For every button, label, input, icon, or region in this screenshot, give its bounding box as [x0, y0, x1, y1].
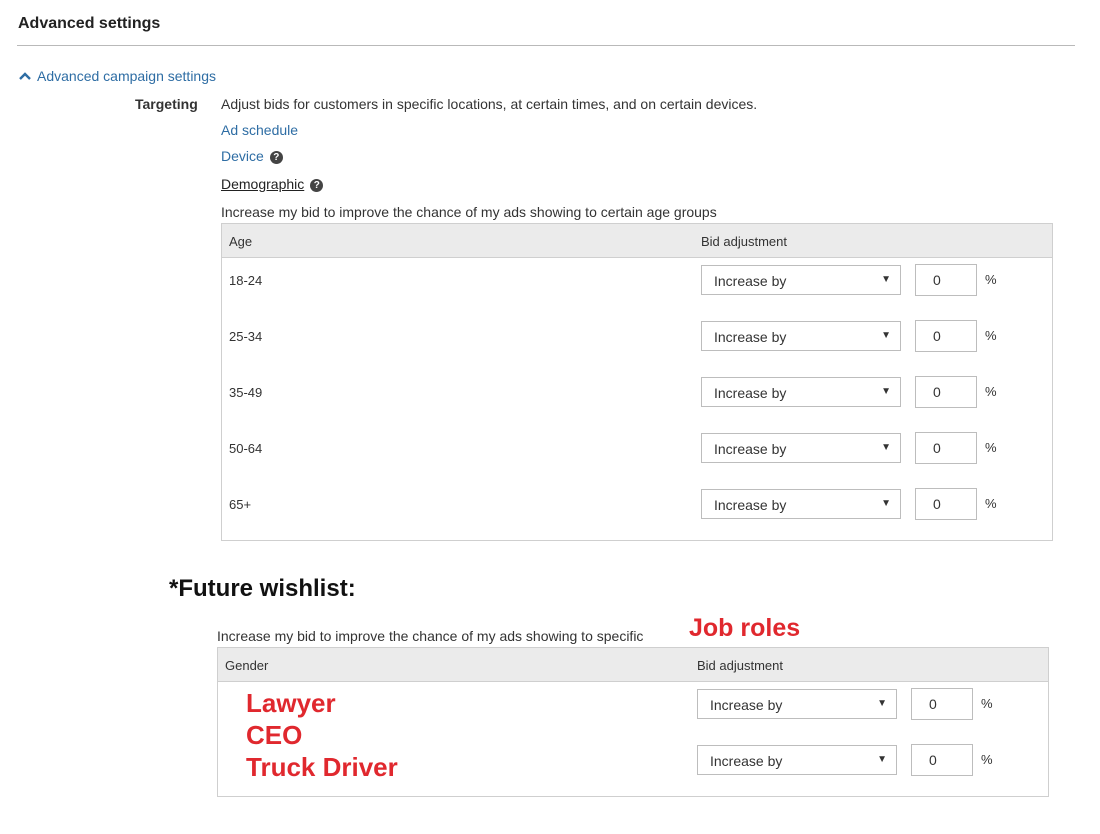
percent-sign: % — [985, 384, 997, 399]
caret-down-icon: ▼ — [877, 754, 887, 765]
percent-sign: % — [981, 752, 993, 767]
wishlist-title: *Future wishlist: — [169, 575, 356, 602]
select-value: Increase by — [710, 753, 783, 769]
bid-percent-input[interactable] — [915, 376, 977, 408]
job-role-label: CEO — [246, 720, 303, 750]
age-label: 18-24 — [229, 273, 263, 288]
percent-sign: % — [985, 440, 997, 455]
caret-down-icon: ▼ — [881, 330, 891, 341]
caret-down-icon: ▼ — [881, 442, 891, 453]
caret-down-icon: ▼ — [881, 274, 891, 285]
job-role-label: Lawyer — [246, 688, 336, 718]
percent-sign: % — [985, 496, 997, 511]
select-value: Increase by — [714, 385, 787, 401]
bid-percent-input[interactable] — [911, 688, 973, 720]
job-role-label: Truck Driver — [246, 752, 398, 782]
age-bid-table: Age Bid adjustment 18-24 Increase by ▼ %… — [221, 223, 1053, 541]
bid-percent-input[interactable] — [915, 320, 977, 352]
divider — [17, 45, 1075, 46]
device-link[interactable]: Device — [221, 148, 264, 164]
table-header: Gender Bid adjustment — [218, 648, 1048, 682]
age-table-intro: Increase my bid to improve the chance of… — [221, 204, 717, 220]
bid-mode-select[interactable]: Increase by ▼ — [697, 745, 897, 775]
chevron-up-icon — [19, 72, 31, 80]
caret-down-icon: ▼ — [881, 386, 891, 397]
section-title: Advanced settings — [18, 15, 161, 32]
targeting-label: Targeting — [135, 96, 198, 112]
age-label: 50-64 — [229, 441, 263, 456]
bid-percent-input[interactable] — [915, 264, 977, 296]
ad-schedule-link[interactable]: Ad schedule — [221, 122, 298, 138]
bid-mode-select[interactable]: Increase by ▼ — [697, 689, 897, 719]
percent-sign: % — [985, 272, 997, 287]
table-header: Age Bid adjustment — [222, 224, 1052, 258]
bid-mode-select[interactable]: Increase by ▼ — [701, 433, 901, 463]
bid-percent-input[interactable] — [915, 488, 977, 520]
job-roles-highlight: Job roles — [689, 614, 801, 642]
bid-mode-select[interactable]: Increase by ▼ — [701, 265, 901, 295]
device-row: Device? — [221, 148, 283, 164]
select-value: Increase by — [710, 697, 783, 713]
bid-mode-select[interactable]: Increase by ▼ — [701, 489, 901, 519]
question-circle-icon[interactable]: ? — [310, 179, 324, 192]
select-value: Increase by — [714, 497, 787, 513]
column-header-age: Age — [229, 234, 253, 249]
age-label: 25-34 — [229, 329, 263, 344]
age-label: 35-49 — [229, 385, 263, 400]
caret-down-icon: ▼ — [881, 498, 891, 509]
age-label: 65+ — [229, 497, 252, 512]
demographic-row: Demographic? — [221, 176, 324, 192]
column-header-bid-adjustment: Bid adjustment — [697, 658, 783, 673]
targeting-description: Adjust bids for customers in specific lo… — [221, 96, 758, 112]
caret-down-icon: ▼ — [877, 698, 887, 709]
percent-sign: % — [985, 328, 997, 343]
wishlist-intro: Increase my bid to improve the chance of… — [217, 628, 644, 644]
question-circle-icon[interactable]: ? — [269, 151, 283, 164]
percent-sign: % — [981, 696, 993, 711]
select-value: Increase by — [714, 329, 787, 345]
advanced-campaign-settings-toggle[interactable]: Advanced campaign settings — [18, 68, 216, 84]
select-value: Increase by — [714, 273, 787, 289]
toggle-label: Advanced campaign settings — [37, 68, 216, 84]
bid-percent-input[interactable] — [911, 744, 973, 776]
bid-mode-select[interactable]: Increase by ▼ — [701, 377, 901, 407]
bid-mode-select[interactable]: Increase by ▼ — [701, 321, 901, 351]
demographic-link[interactable]: Demographic — [221, 176, 304, 192]
select-value: Increase by — [714, 441, 787, 457]
job-roles-bid-table: Gender Bid adjustment Lawyer CEO Truck D… — [217, 647, 1049, 797]
bid-percent-input[interactable] — [915, 432, 977, 464]
column-header-gender: Gender — [225, 658, 269, 673]
column-header-bid-adjustment: Bid adjustment — [701, 234, 787, 249]
